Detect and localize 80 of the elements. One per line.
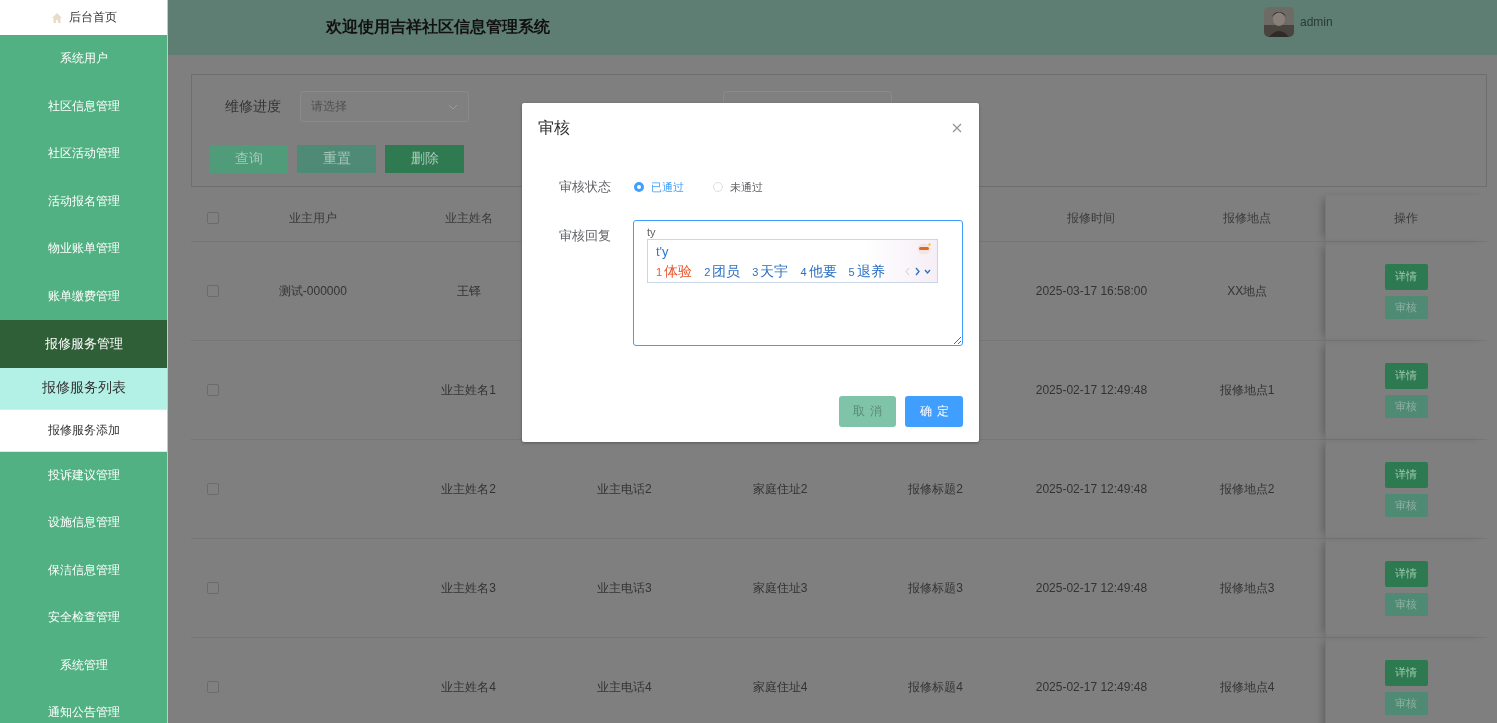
filter-label: 维修进度 xyxy=(225,97,282,116)
column-header: 业主用户 xyxy=(288,209,337,227)
audit-button[interactable]: 审核 xyxy=(1385,394,1428,418)
audit-button[interactable]: 审核 xyxy=(1385,592,1428,616)
table-cell: 报修标题2 xyxy=(908,480,964,498)
column-header: 业主姓名 xyxy=(444,209,493,227)
submenu-item[interactable]: 报修服务添加 xyxy=(0,409,167,452)
detail-button[interactable]: 详情 xyxy=(1385,659,1428,686)
page-title: 欢迎使用吉祥社区信息管理系统 xyxy=(326,17,550,37)
sidebar-menu-item[interactable]: 报修服务管理 xyxy=(0,320,167,368)
ime-candidate[interactable]: 1体验 xyxy=(656,263,693,281)
table-cell: 王铎 xyxy=(456,282,481,300)
detail-button[interactable]: 详情 xyxy=(1385,362,1428,389)
sidebar-menu-item[interactable]: 物业账单管理 xyxy=(0,225,167,273)
ime-candidate[interactable]: 4他要 xyxy=(800,263,837,281)
sidebar-menu-item[interactable]: 系统管理 xyxy=(0,641,167,689)
table-cell: 业主电话3 xyxy=(596,579,652,597)
form-label: 审核状态 xyxy=(559,178,612,196)
chevron-down-icon xyxy=(448,103,458,110)
user-name: admin xyxy=(1300,15,1333,29)
sidebar-menu-item[interactable]: 社区信息管理 xyxy=(0,82,167,130)
mascot-icon xyxy=(917,243,931,255)
home-icon xyxy=(50,11,63,24)
radio-option[interactable]: 未通过 xyxy=(713,179,763,195)
sidebar-menu-item[interactable]: 系统用户 xyxy=(0,35,167,83)
table-cell: 报修地点4 xyxy=(1219,678,1275,696)
table-cell: 2025-02-17 12:49:48 xyxy=(1035,383,1148,397)
sidebar-menu-item[interactable]: 安全检查管理 xyxy=(0,594,167,642)
table-cell: 家庭住址2 xyxy=(752,480,808,498)
ime-composition: t'y xyxy=(656,243,669,261)
sidebar-menu-item[interactable]: 投诉建议管理 xyxy=(0,451,167,499)
ime-candidate[interactable]: 5 退养 xyxy=(848,263,885,281)
column-header: 报修地点 xyxy=(1223,209,1272,227)
delete-button[interactable]: 删除 xyxy=(385,145,464,173)
audit-button[interactable]: 审核 xyxy=(1385,493,1428,517)
table-cell: 报修地点1 xyxy=(1219,381,1275,399)
table-cell: 报修标题3 xyxy=(908,579,964,597)
query-button[interactable]: 查询 xyxy=(209,145,288,173)
audit-button[interactable]: 审核 xyxy=(1385,295,1428,319)
table-cell: 业主电话2 xyxy=(596,480,652,498)
close-icon[interactable] xyxy=(952,123,962,133)
detail-button[interactable]: 详情 xyxy=(1385,461,1428,488)
table-cell: 2025-02-17 12:49:48 xyxy=(1035,581,1148,595)
table-cell: 2025-02-17 12:49:48 xyxy=(1035,680,1148,694)
audit-button[interactable]: 审核 xyxy=(1385,691,1428,715)
table-cell: 2025-02-17 12:49:48 xyxy=(1035,482,1148,496)
table-cell: 业主姓名4 xyxy=(441,678,496,696)
reset-button[interactable]: 重置 xyxy=(297,145,376,173)
sidebar-menu-item[interactable]: 社区活动管理 xyxy=(0,130,167,178)
table-cell: 2025-03-17 16:58:00 xyxy=(1035,284,1148,298)
table-cell: 业主姓名3 xyxy=(441,579,496,597)
ime-candidate[interactable]: 2 团员 xyxy=(704,263,741,281)
table-cell: 报修地点2 xyxy=(1219,480,1275,498)
table-cell: XX地点 xyxy=(1227,282,1268,300)
sidebar-menu-item[interactable]: 通知公告管理 xyxy=(0,689,167,723)
radio-option[interactable]: 已通过 xyxy=(634,179,684,195)
sidebar-menu-item[interactable]: 账单缴费管理 xyxy=(0,272,167,320)
table-cell: 家庭住址3 xyxy=(752,579,808,597)
table-cell: 报修地点3 xyxy=(1219,579,1275,597)
column-header: 操作 xyxy=(1394,209,1419,227)
detail-button[interactable]: 详情 xyxy=(1385,560,1428,587)
column-header: 报修时间 xyxy=(1067,209,1116,227)
table-cell: 业主姓名2 xyxy=(441,480,496,498)
detail-button[interactable]: 详情 xyxy=(1385,263,1428,290)
table-cell: 家庭住址4 xyxy=(752,678,808,696)
chevron-right-icon[interactable] xyxy=(914,267,921,276)
chevron-down-icon[interactable] xyxy=(924,267,931,276)
submenu-item[interactable]: 报修服务列表 xyxy=(0,367,167,410)
table-cell: 业主电话4 xyxy=(596,678,652,696)
confirm-button[interactable]: 确定 xyxy=(905,396,963,427)
table-cell: 业主姓名1 xyxy=(441,381,496,399)
form-label: 审核回复 xyxy=(559,227,612,245)
ime-candidate[interactable]: 3 天宇 xyxy=(752,263,789,281)
table-cell: 测试-000000 xyxy=(278,282,347,300)
sidebar-menu-item[interactable]: 保洁信息管理 xyxy=(0,546,167,594)
table-cell: 报修标题4 xyxy=(908,678,964,696)
sidebar-menu-item[interactable]: 设施信息管理 xyxy=(0,499,167,547)
sidebar-menu-item[interactable]: 活动报名管理 xyxy=(0,177,167,225)
home-menu-item[interactable]: 后台首页 xyxy=(0,0,167,35)
dialog-title: 审核 xyxy=(538,118,570,138)
